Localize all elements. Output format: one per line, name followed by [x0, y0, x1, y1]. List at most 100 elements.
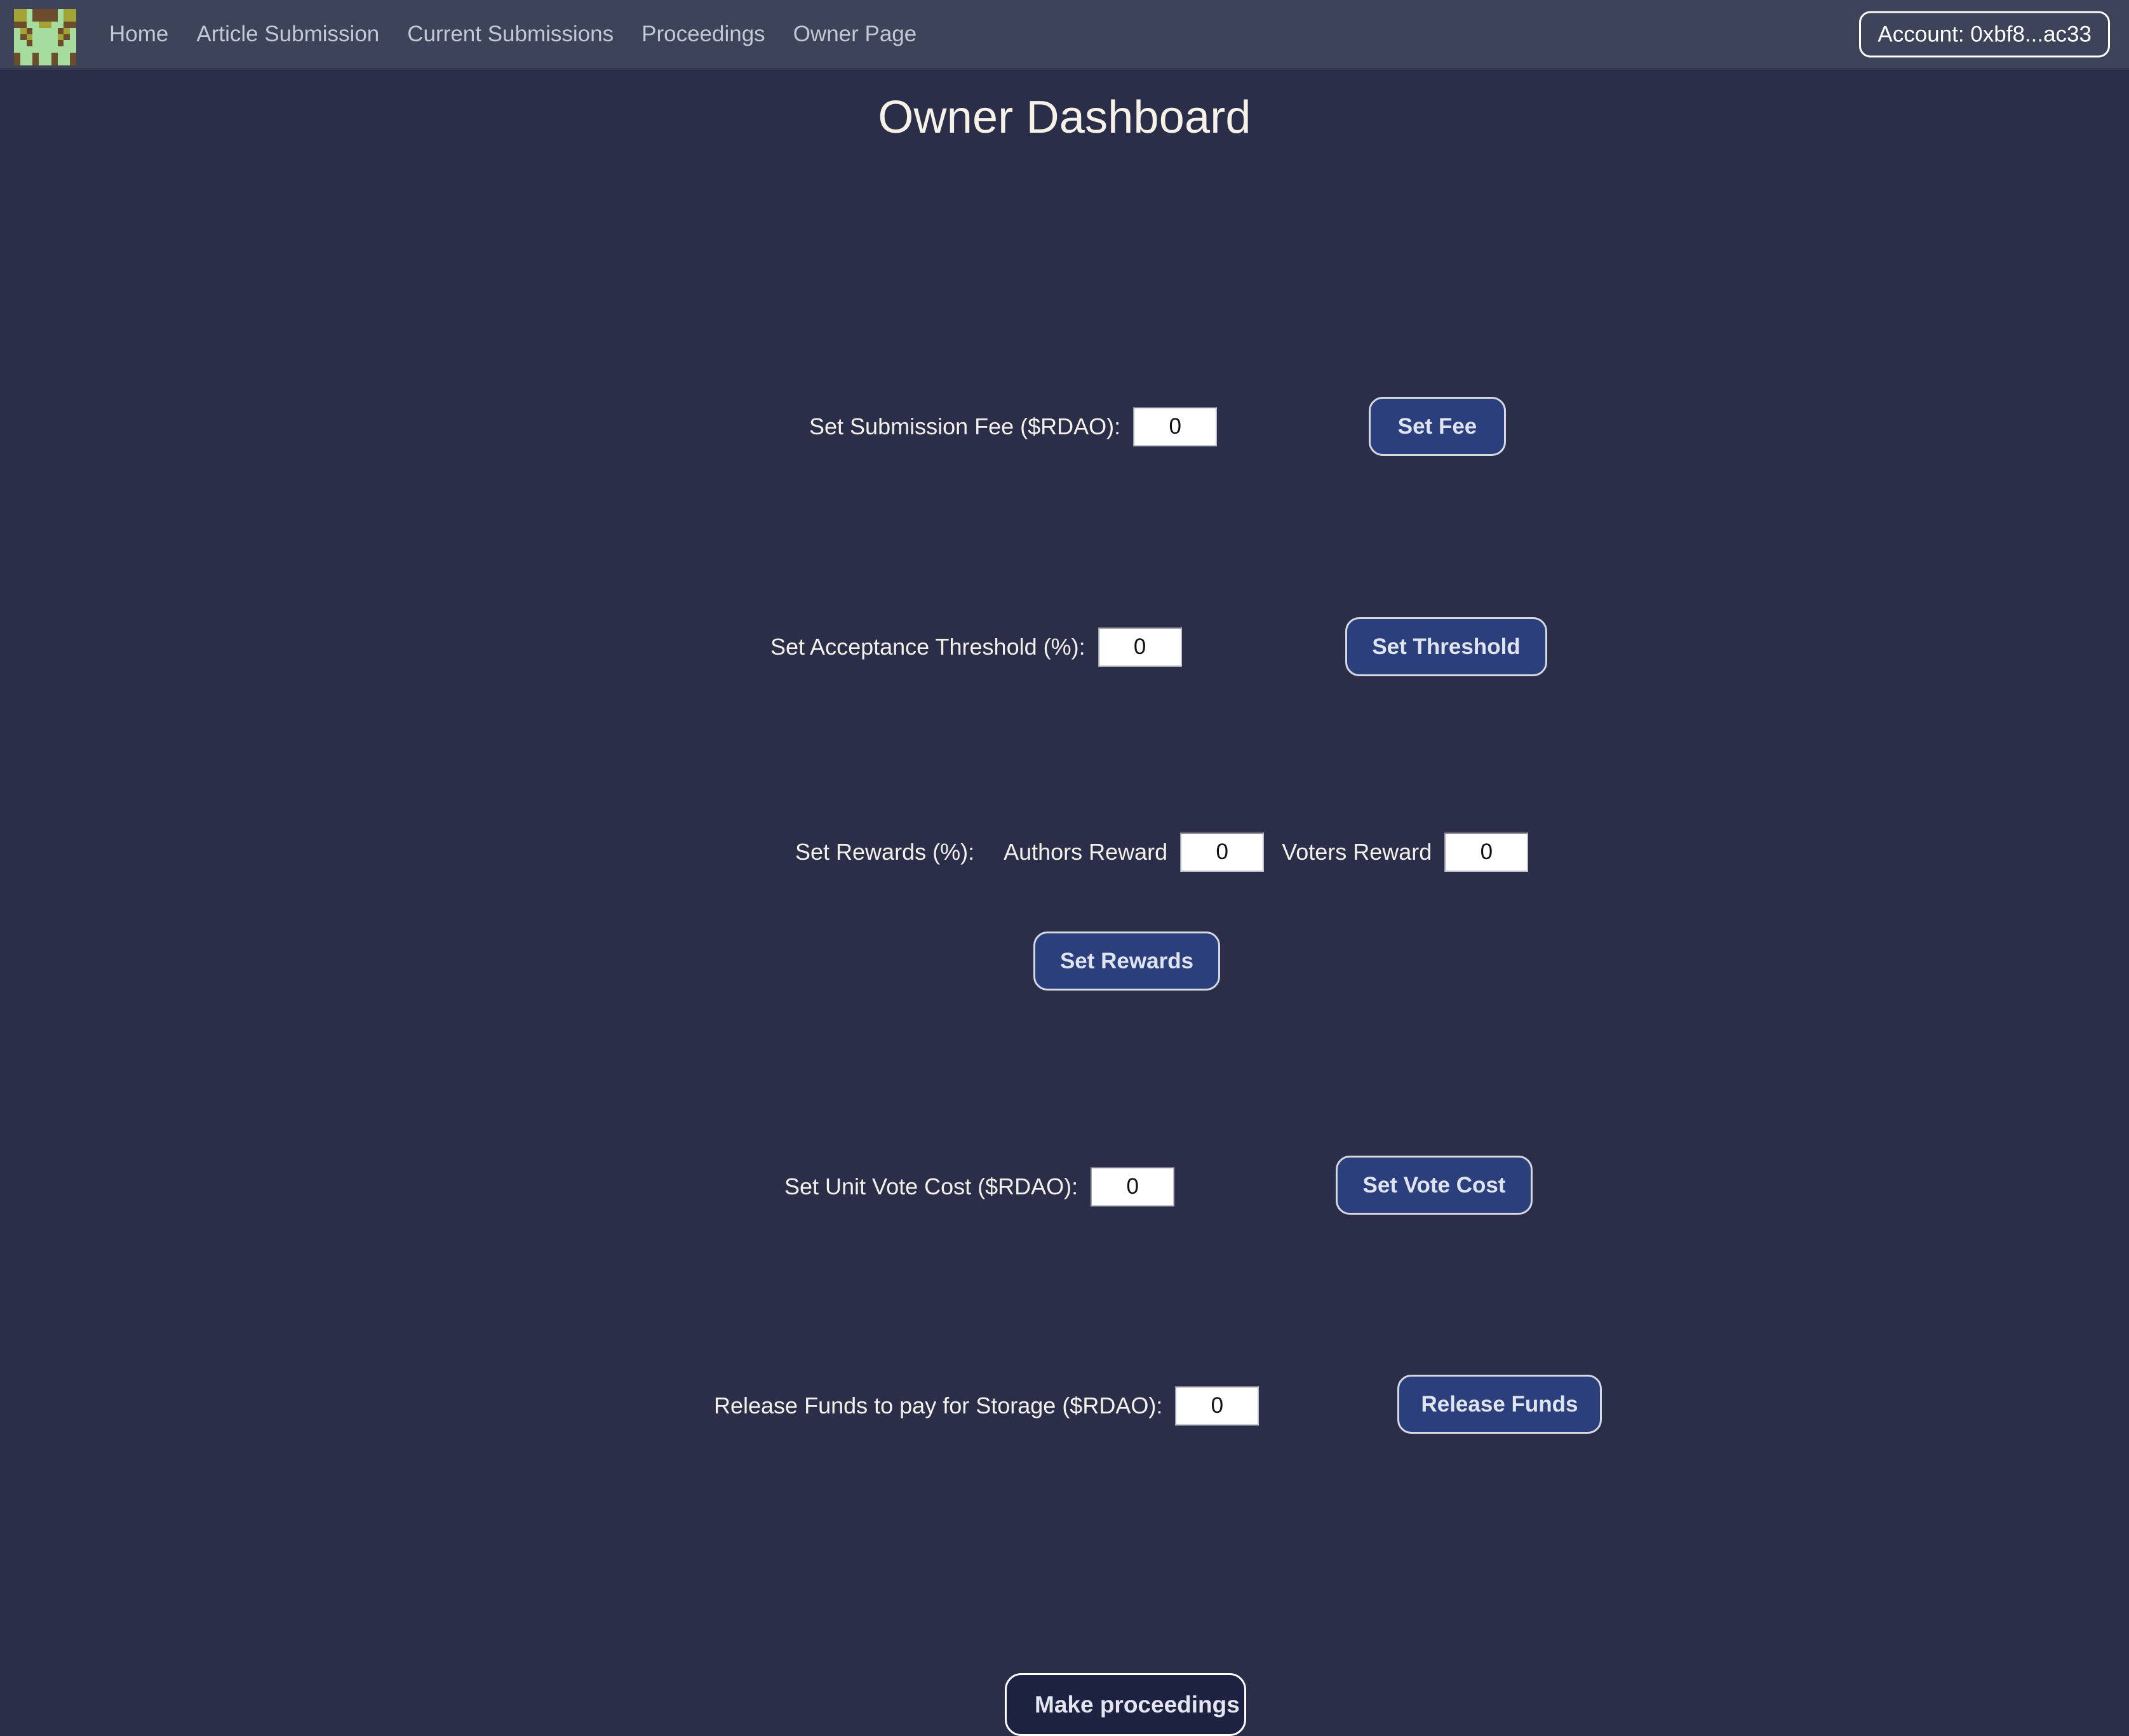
logo-pixel: [20, 3, 27, 10]
logo-pixel: [45, 27, 51, 34]
logo-pixel: [70, 27, 76, 34]
top-navbar: Home Article Submission Current Submissi…: [0, 0, 2129, 70]
logo-pixel: [57, 21, 64, 28]
logo-pixel: [64, 3, 71, 10]
unit-vote-cost-label: Set Unit Vote Cost ($RDAO):: [784, 1173, 1078, 1200]
logo-pixel: [32, 46, 39, 53]
logo-pixel: [57, 9, 64, 16]
logo-pixel: [39, 15, 45, 22]
logo-pixel: [39, 40, 45, 47]
logo-pixel: [26, 52, 33, 59]
logo-pixel: [64, 58, 71, 65]
release-funds-button[interactable]: Release Funds: [1397, 1375, 1602, 1434]
logo-pixel: [26, 9, 33, 16]
logo-pixel: [32, 9, 39, 16]
acceptance-threshold-label: Set Acceptance Threshold (%):: [770, 634, 1085, 660]
nav-link-current-submissions[interactable]: Current Submissions: [393, 17, 628, 51]
logo-pixel: [14, 46, 20, 53]
set-rewards-button[interactable]: Set Rewards: [1033, 931, 1220, 991]
logo-pixel: [39, 27, 45, 34]
logo-pixel: [26, 46, 33, 53]
voters-reward-input[interactable]: [1444, 832, 1529, 872]
logo-pixel: [45, 21, 51, 28]
logo-pixel: [14, 58, 20, 65]
logo-pixel: [32, 58, 39, 65]
logo-pixel: [64, 15, 71, 22]
logo-pixel: [57, 15, 64, 22]
set-vote-cost-button[interactable]: Set Vote Cost: [1336, 1156, 1533, 1215]
logo-pixel: [57, 40, 64, 47]
logo-pixel: [32, 15, 39, 22]
logo-pixel: [45, 52, 51, 59]
nav-link-proceedings[interactable]: Proceedings: [628, 17, 779, 51]
logo-pixel: [57, 58, 64, 65]
logo-pixel: [26, 15, 33, 22]
logo-pixel: [70, 3, 76, 10]
release-funds-label: Release Funds to pay for Storage ($RDAO)…: [714, 1392, 1163, 1419]
acceptance-threshold-input[interactable]: [1098, 627, 1182, 667]
nav-link-article-submission[interactable]: Article Submission: [182, 17, 393, 51]
logo-pixel: [64, 34, 71, 41]
logo-pixel: [51, 3, 58, 10]
release-funds-input[interactable]: [1175, 1386, 1259, 1426]
pixel-avatar-logo[interactable]: [14, 3, 76, 65]
logo-pixel: [39, 46, 45, 53]
logo-pixel: [51, 27, 58, 34]
set-threshold-button[interactable]: Set Threshold: [1345, 617, 1547, 677]
logo-pixel: [14, 3, 20, 10]
logo-pixel: [26, 40, 33, 47]
logo-pixel: [57, 52, 64, 59]
logo-pixel: [32, 40, 39, 47]
nav-link-owner-page[interactable]: Owner Page: [779, 17, 931, 51]
logo-pixel: [14, 27, 20, 34]
logo-pixel: [39, 34, 45, 41]
logo-pixel: [45, 58, 51, 65]
logo-pixel: [57, 27, 64, 34]
authors-reward-input[interactable]: [1180, 832, 1265, 872]
logo-pixel: [20, 58, 27, 65]
authors-reward-label: Authors Reward: [1004, 839, 1168, 865]
logo-pixel: [64, 27, 71, 34]
logo-pixel: [20, 9, 27, 16]
logo-pixel: [64, 9, 71, 16]
logo-pixel: [57, 46, 64, 53]
logo-pixel: [14, 15, 20, 22]
account-badge[interactable]: Account: 0xbf8...ac33: [1859, 11, 2110, 57]
logo-pixel: [70, 34, 76, 41]
main-nav: Home Article Submission Current Submissi…: [95, 17, 930, 51]
logo-pixel: [14, 9, 20, 16]
logo-pixel: [14, 21, 20, 28]
logo-pixel: [45, 40, 51, 47]
logo-pixel: [20, 21, 27, 28]
logo-pixel: [32, 34, 39, 41]
logo-pixel: [20, 40, 27, 47]
logo-pixel: [39, 58, 45, 65]
logo-pixel: [64, 52, 71, 59]
logo-pixel: [39, 3, 45, 10]
logo-pixel: [51, 46, 58, 53]
logo-pixel: [64, 46, 71, 53]
logo-pixel: [51, 52, 58, 59]
nav-link-home[interactable]: Home: [95, 17, 182, 51]
submission-fee-input[interactable]: [1133, 407, 1218, 447]
logo-pixel: [70, 40, 76, 47]
logo-pixel: [51, 34, 58, 41]
unit-vote-cost-input[interactable]: [1091, 1167, 1175, 1207]
logo-pixel: [26, 21, 33, 28]
logo-pixel: [39, 52, 45, 59]
make-proceedings-button[interactable]: Make proceedings: [1005, 1673, 1246, 1736]
set-fee-button[interactable]: Set Fee: [1369, 397, 1506, 457]
logo-pixel: [14, 34, 20, 41]
logo-pixel: [26, 27, 33, 34]
logo-pixel: [20, 15, 27, 22]
logo-pixel: [70, 15, 76, 22]
logo-pixel: [39, 21, 45, 28]
rewards-label: Set Rewards (%):: [795, 839, 975, 865]
submission-fee-label: Set Submission Fee ($RDAO):: [809, 413, 1121, 440]
logo-pixel: [64, 40, 71, 47]
logo-pixel: [32, 52, 39, 59]
logo-pixel: [45, 3, 51, 10]
logo-pixel: [70, 21, 76, 28]
logo-pixel: [51, 21, 58, 28]
logo-pixel: [70, 46, 76, 53]
